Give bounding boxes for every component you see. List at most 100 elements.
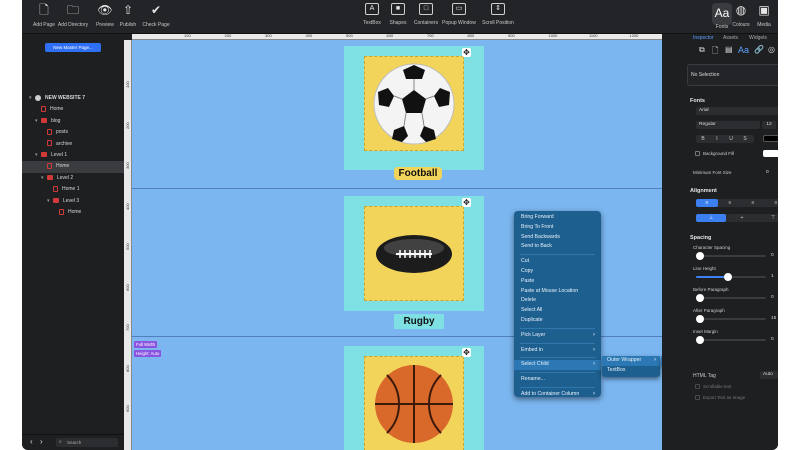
tree-item[interactable]: ▾ Level 3 xyxy=(22,196,124,207)
move-handle-icon[interactable]: ✥ xyxy=(462,198,471,207)
html-tag-select[interactable]: Auto xyxy=(760,371,778,379)
align-bottom-icon[interactable]: ⊥ xyxy=(696,214,726,222)
tab-inspector[interactable]: Inspector xyxy=(693,35,714,41)
menu-item[interactable]: Bring To Front xyxy=(514,223,601,233)
image-fill[interactable] xyxy=(364,356,464,450)
menu-item[interactable]: Cut xyxy=(514,257,601,267)
scroll-position-button[interactable]: ⇕ Scroll Position xyxy=(476,3,520,33)
tree-item[interactable]: ▾ Level 2 xyxy=(22,173,124,184)
menu-item[interactable]: Send Backwards xyxy=(514,233,601,243)
menu-item[interactable]: Pick Layer › xyxy=(514,331,601,341)
background-fill-checkbox[interactable] xyxy=(695,151,700,156)
menu-item[interactable]: Paste at Mouse Location xyxy=(514,287,601,297)
align-center-icon[interactable]: ≡ xyxy=(719,199,741,207)
tree-item[interactable]: ▾ NEW WEBSITE 7 xyxy=(22,93,124,104)
tab-widgets[interactable]: Widgets xyxy=(749,35,767,41)
spacing-slider[interactable] xyxy=(696,273,766,281)
text-style-icon[interactable]: Aa xyxy=(738,45,749,55)
menu-item-label: Add to Container Column xyxy=(521,390,580,397)
menu-item[interactable]: TextBox xyxy=(602,366,660,376)
slider-knob[interactable] xyxy=(695,294,704,302)
spacing-slider[interactable] xyxy=(695,294,766,302)
tree-item[interactable]: posts xyxy=(22,127,124,138)
tree-item[interactable]: ▾ blog xyxy=(22,116,124,127)
bold-button[interactable]: B xyxy=(696,135,710,143)
background-fill-swatch[interactable] xyxy=(763,150,778,157)
menu-item[interactable]: Add to Container Column › xyxy=(514,390,601,400)
slider-knob[interactable] xyxy=(695,252,704,260)
tree-item[interactable]: Home 1 xyxy=(22,184,124,195)
align-top-icon[interactable]: ⊤ xyxy=(758,214,778,222)
underline-button[interactable]: U xyxy=(724,135,738,143)
scrollable-text-checkbox[interactable] xyxy=(695,384,700,389)
tree-item[interactable]: Home xyxy=(22,161,124,173)
tree-item[interactable]: Home xyxy=(22,104,124,115)
spacing-value[interactable]: 1 xyxy=(771,274,774,279)
spacing-value[interactable]: 0 xyxy=(771,295,774,300)
spacing-slider[interactable] xyxy=(695,315,766,323)
menu-item[interactable]: Paste xyxy=(514,277,601,287)
move-handle-icon[interactable]: ✥ xyxy=(462,48,471,57)
document-icon[interactable]: 🗋 xyxy=(712,45,718,59)
new-master-page-button[interactable]: New Master Page... xyxy=(45,43,101,52)
layout-icon[interactable]: ⧉ xyxy=(699,45,705,55)
textbox-icon: A xyxy=(365,3,379,15)
tree-item[interactable]: ▾ Level 1 xyxy=(22,150,124,161)
label-rugby[interactable]: Rugby xyxy=(394,314,444,329)
selection-dropdown[interactable]: No Selection ▾ xyxy=(687,64,778,86)
media-button[interactable]: ▣ Media xyxy=(748,3,778,33)
menu-item[interactable]: Select Child › xyxy=(514,360,601,371)
slider-knob[interactable] xyxy=(723,273,732,281)
menu-item[interactable]: Delete xyxy=(514,296,601,306)
menu-item[interactable]: Duplicate xyxy=(514,316,601,326)
popup-window-button[interactable]: ▭ Popup Window xyxy=(439,3,479,33)
font-size-field[interactable]: 12 xyxy=(762,121,776,129)
spacing-slider[interactable] xyxy=(695,336,766,344)
chevron-right-icon: › xyxy=(654,357,656,363)
export-text-as-image-checkbox[interactable] xyxy=(695,395,700,400)
min-font-size-value[interactable]: 0 xyxy=(766,170,769,175)
link-icon[interactable]: 🔗 xyxy=(754,45,764,54)
image-fill[interactable] xyxy=(364,56,464,151)
slider-knob[interactable] xyxy=(695,315,704,323)
strike-button[interactable]: S xyxy=(738,135,752,143)
align-left-icon[interactable]: ≡ xyxy=(696,199,718,207)
align-right-icon[interactable]: ≡ xyxy=(742,199,764,207)
menu-item[interactable]: Outer Wrapper › xyxy=(602,356,660,366)
text-color-swatch[interactable] xyxy=(763,135,778,142)
forward-arrow-icon[interactable]: › xyxy=(40,437,43,446)
font-weight-select[interactable]: Regular xyxy=(696,121,760,129)
menu-item-label: Pick Layer xyxy=(521,331,546,338)
spacing-value[interactable]: 15 xyxy=(771,316,776,321)
spacing-value[interactable]: 0 xyxy=(771,253,774,258)
section-divider xyxy=(132,188,662,189)
card-basketball[interactable]: ✥ xyxy=(344,346,484,450)
tree-item[interactable]: Home xyxy=(22,207,124,218)
spacing-slider[interactable] xyxy=(695,252,766,260)
label-football[interactable]: Football xyxy=(394,167,442,180)
image-fill[interactable] xyxy=(364,206,464,301)
settings-icon[interactable]: ◎ xyxy=(768,45,775,54)
menu-item[interactable]: Embed in › xyxy=(514,346,601,356)
menu-item[interactable]: Select All xyxy=(514,306,601,316)
search-input[interactable]: Search xyxy=(56,438,118,447)
layers-icon[interactable]: ▤ xyxy=(725,45,733,54)
font-family-select[interactable]: Arial xyxy=(696,107,778,115)
card-football[interactable]: ✥ xyxy=(344,46,484,170)
ruler-tick-label: 100 xyxy=(184,33,191,38)
menu-item[interactable]: Rename... xyxy=(514,375,601,385)
align-middle-icon[interactable]: + xyxy=(727,214,757,222)
back-arrow-icon[interactable]: ‹ xyxy=(30,437,33,446)
menu-item[interactable]: Send to Back xyxy=(514,242,601,252)
card-rugby[interactable]: ✥ xyxy=(344,196,484,311)
tree-item[interactable]: archive xyxy=(22,139,124,150)
tab-assets[interactable]: Assets xyxy=(723,35,738,41)
move-handle-icon[interactable]: ✥ xyxy=(462,348,471,357)
slider-knob[interactable] xyxy=(695,336,704,344)
spacing-value[interactable]: 0 xyxy=(771,337,774,342)
menu-item[interactable]: Copy xyxy=(514,267,601,277)
italic-button[interactable]: I xyxy=(710,135,724,143)
check-page-button[interactable]: ✔ Check Page xyxy=(136,3,176,33)
menu-item[interactable]: Bring Forward xyxy=(514,213,601,223)
align-justify-icon[interactable]: ≡ xyxy=(765,199,778,207)
